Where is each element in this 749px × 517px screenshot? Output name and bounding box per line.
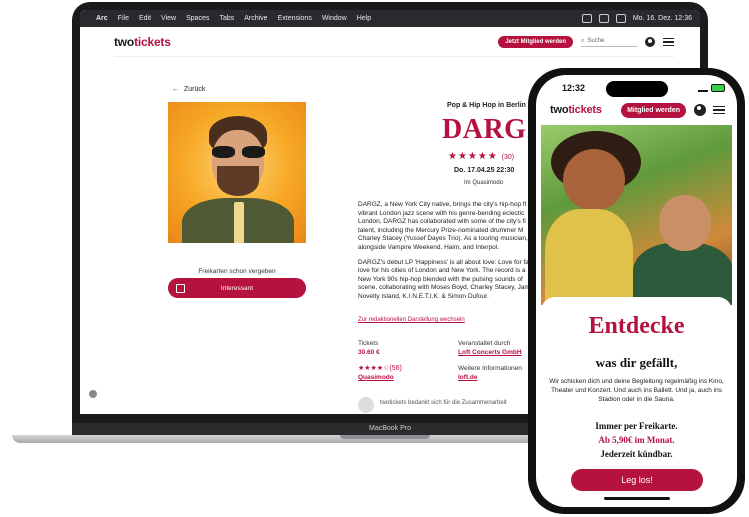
logo-prefix: two xyxy=(114,35,135,49)
mac-menubar: Arc File Edit View Spaces Tabs Archive E… xyxy=(80,10,700,27)
artist-photo xyxy=(168,102,306,243)
search-placeholder: Suche xyxy=(587,38,605,44)
phone-site-header: twotickets Mitglied werden xyxy=(536,97,737,123)
logo-suffix: tickets xyxy=(134,35,171,49)
menu-window[interactable]: Window xyxy=(322,15,347,22)
venue-link[interactable]: Quasimodo xyxy=(358,374,394,381)
star-rating-icon: ★★★★☆ xyxy=(358,365,390,372)
promo-line-price: Ab 5,90€ im Monat. xyxy=(598,435,675,445)
venue-rating-count: (56) xyxy=(389,365,402,372)
site-header: twotickets Jetzt Mitglied werden ⌕ Suche xyxy=(114,28,674,57)
menu-spaces[interactable]: Spaces xyxy=(186,15,209,22)
home-indicator[interactable] xyxy=(604,497,670,500)
footer-note-text: twotickets bedankt sich für die Zusammen… xyxy=(380,400,507,406)
freikarten-status: Freikarten schon vergeben xyxy=(198,268,276,275)
partner-avatar xyxy=(358,397,374,413)
interest-button[interactable]: Interessant xyxy=(168,278,306,298)
search-icon: ⌕ xyxy=(581,37,585,44)
header-actions: Jetzt Mitglied werden ⌕ Suche xyxy=(498,36,674,48)
battery-icon[interactable] xyxy=(598,14,609,23)
organizer-link[interactable]: Loft Concerts GmbH xyxy=(458,349,522,356)
more-info-label: Weitere Informationen xyxy=(458,365,522,372)
arc-sidebar-icon[interactable] xyxy=(89,390,97,398)
phone-join-button[interactable]: Mitglied werden xyxy=(621,102,686,118)
star-rating-icon: ★★★★★ xyxy=(448,151,498,162)
menu-help[interactable]: Help xyxy=(357,15,371,22)
phone-time: 12:32 xyxy=(562,83,586,93)
menubar-clock[interactable]: Mo. 16. Dez. 12:36 xyxy=(633,15,692,22)
logo-suffix: tickets xyxy=(568,104,602,116)
signal-icon xyxy=(698,84,708,92)
phone-screen: 12:32 twotickets Mitglied werden Entdeck… xyxy=(536,75,737,507)
promo-headline: Entdecke xyxy=(588,313,685,339)
promo-line-cancel: Jederzeit kündbar. xyxy=(600,449,673,459)
venue-rating[interactable]: ★★★★☆(56) xyxy=(358,364,402,372)
phone-status-icons xyxy=(698,84,725,92)
menu-archive[interactable]: Archive xyxy=(244,15,267,22)
back-link[interactable]: ← Zurück xyxy=(172,86,205,93)
event-rating[interactable]: ★★★★★ (30) xyxy=(448,151,514,162)
description-paragraph-2: DARGZ's debut LP 'Happiness' is all abou… xyxy=(358,258,530,300)
organizer-label: Veranstaltet durch xyxy=(458,340,511,347)
get-started-button[interactable]: Leg los! xyxy=(571,469,703,491)
twotickets-logo[interactable]: twotickets xyxy=(114,35,171,49)
wifi-icon[interactable] xyxy=(581,14,592,23)
event-genre: Pop & Hip Hop in Berlin xyxy=(447,102,526,109)
dynamic-island xyxy=(606,81,668,97)
arrow-left-icon: ← xyxy=(172,86,179,93)
back-label: Zurück xyxy=(184,86,206,93)
battery-icon xyxy=(711,84,725,92)
promo-line-freikarte: Immer per Freikarte. xyxy=(595,421,678,431)
menu-edit[interactable]: Edit xyxy=(139,15,151,22)
event-venue: Im Quasimodo xyxy=(464,180,504,186)
promo-body: Wir schicken dich und deine Begleitung r… xyxy=(549,378,724,403)
menu-file[interactable]: File xyxy=(118,15,129,22)
tickets-label: Tickets xyxy=(358,340,379,347)
event-description: DARGZ, a New York City native, brings th… xyxy=(358,201,538,308)
interest-label: Interessant xyxy=(220,284,254,292)
calendar-icon xyxy=(176,284,185,293)
promo-subheadline: was dir gefällt, xyxy=(595,355,678,370)
menubar-status-area: Mo. 16. Dez. 12:36 xyxy=(581,14,692,23)
footer-note: twotickets bedankt sich für die Zusammen… xyxy=(358,397,507,413)
search-input[interactable]: ⌕ Suche xyxy=(581,38,637,47)
redaction-link[interactable]: Zur redaktionellen Darstellung wechseln xyxy=(358,317,465,323)
menu-view[interactable]: View xyxy=(161,15,176,22)
user-icon[interactable] xyxy=(694,104,706,116)
menu-tabs[interactable]: Tabs xyxy=(219,15,234,22)
twotickets-logo[interactable]: twotickets xyxy=(550,104,602,116)
menu-app[interactable]: Arc xyxy=(96,15,108,22)
rating-count: (30) xyxy=(501,154,515,161)
more-info-link[interactable]: loft.de xyxy=(458,374,478,381)
hero-photo xyxy=(541,125,732,305)
description-paragraph-1: DARGZ, a New York City native, brings th… xyxy=(358,201,528,251)
join-button[interactable]: Jetzt Mitglied werden xyxy=(498,36,573,48)
menu-icon[interactable] xyxy=(663,37,674,47)
tickets-price: 30.60 € xyxy=(358,349,380,356)
control-center-icon[interactable] xyxy=(615,14,626,23)
logo-prefix: two xyxy=(550,104,569,116)
event-date: Do. 17.04.25 22:30 xyxy=(454,167,515,174)
menu-icon[interactable] xyxy=(713,105,725,115)
user-icon[interactable] xyxy=(645,37,655,47)
menu-extensions[interactable]: Extensions xyxy=(278,15,312,22)
